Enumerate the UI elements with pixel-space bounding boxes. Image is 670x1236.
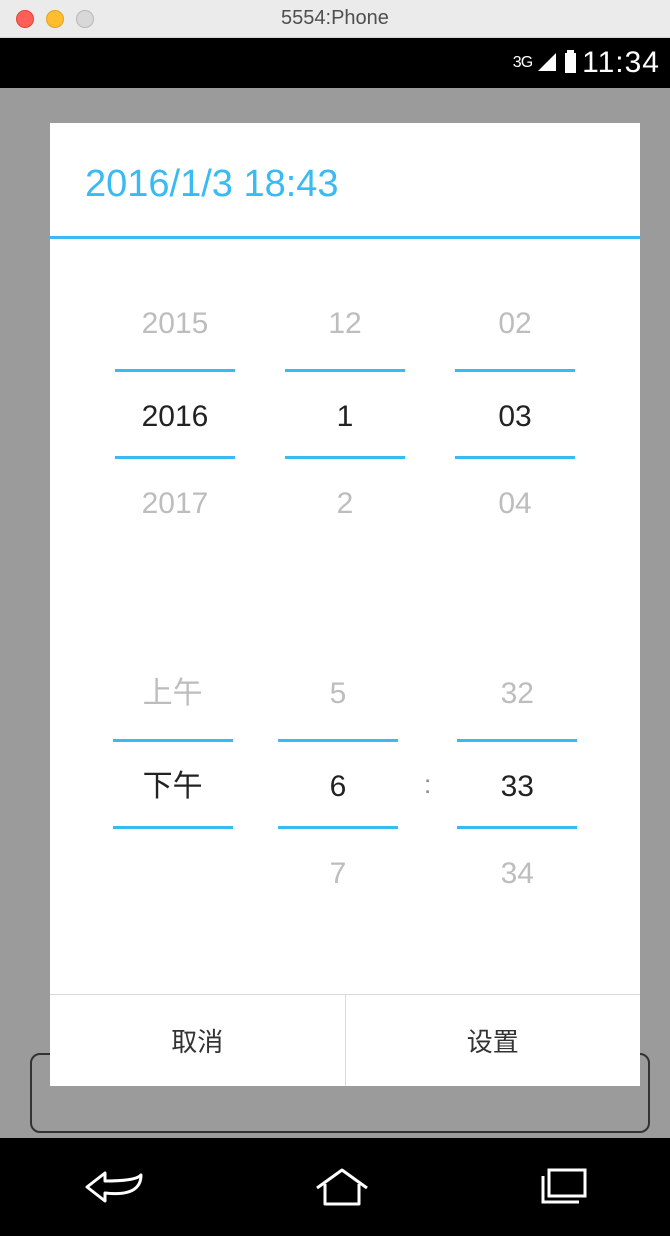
back-button[interactable] bbox=[81, 1167, 151, 1207]
day-picker[interactable]: 02 03 04 bbox=[455, 279, 575, 549]
emulator-frame: 3G 11:34 2016/1/3 18:43 2015 2016 2017 bbox=[0, 38, 670, 1236]
app-content: 2016/1/3 18:43 2015 2016 2017 12 1 bbox=[0, 88, 670, 1138]
confirm-button[interactable]: 设置 bbox=[345, 995, 641, 1086]
month-picker[interactable]: 12 1 2 bbox=[285, 279, 405, 549]
window-title: 5554:Phone bbox=[0, 7, 670, 30]
year-prev[interactable]: 2015 bbox=[115, 279, 235, 369]
minute-selected[interactable]: 33 bbox=[457, 739, 577, 829]
date-picker-row: 2015 2016 2017 12 1 2 bbox=[50, 239, 640, 589]
android-status-bar: 3G 11:34 bbox=[0, 38, 670, 88]
close-window-button[interactable] bbox=[16, 10, 34, 28]
minute-picker[interactable]: 32 33 34 bbox=[457, 649, 577, 919]
ampm-next bbox=[113, 829, 233, 919]
home-button[interactable] bbox=[313, 1166, 371, 1208]
day-prev[interactable]: 02 bbox=[455, 279, 575, 369]
month-selected[interactable]: 1 bbox=[285, 369, 405, 459]
signal-icon bbox=[538, 53, 556, 71]
year-selected[interactable]: 2016 bbox=[115, 369, 235, 459]
maximize-window-button[interactable] bbox=[76, 10, 94, 28]
month-next[interactable]: 2 bbox=[285, 459, 405, 549]
dialog-button-bar: 取消 设置 bbox=[50, 994, 640, 1086]
day-selected[interactable]: 03 bbox=[455, 369, 575, 459]
android-navbar bbox=[0, 1138, 670, 1236]
day-next[interactable]: 04 bbox=[455, 459, 575, 549]
recents-button[interactable] bbox=[533, 1166, 589, 1208]
status-clock: 11:34 bbox=[582, 46, 660, 80]
window-controls bbox=[16, 10, 94, 28]
hour-prev[interactable]: 5 bbox=[278, 649, 398, 739]
battery-icon bbox=[565, 53, 576, 73]
cancel-button[interactable]: 取消 bbox=[50, 995, 345, 1086]
year-next[interactable]: 2017 bbox=[115, 459, 235, 549]
month-prev[interactable]: 12 bbox=[285, 279, 405, 369]
minimize-window-button[interactable] bbox=[46, 10, 64, 28]
ampm-prev[interactable]: 上午 bbox=[113, 649, 233, 739]
hour-selected[interactable]: 6 bbox=[278, 739, 398, 829]
hour-picker[interactable]: 5 6 7 bbox=[278, 649, 398, 919]
network-indicator-label: 3G bbox=[513, 54, 532, 72]
time-separator: : bbox=[421, 769, 435, 800]
hour-next[interactable]: 7 bbox=[278, 829, 398, 919]
dialog-body: 2015 2016 2017 12 1 2 bbox=[50, 239, 640, 994]
dialog-title: 2016/1/3 18:43 bbox=[50, 123, 640, 239]
time-picker-row: 上午 下午 5 6 7 : bbox=[50, 589, 640, 959]
datetime-picker-dialog: 2016/1/3 18:43 2015 2016 2017 12 1 bbox=[50, 123, 640, 1086]
year-picker[interactable]: 2015 2016 2017 bbox=[115, 279, 235, 549]
ampm-selected[interactable]: 下午 bbox=[113, 739, 233, 829]
minute-next[interactable]: 34 bbox=[457, 829, 577, 919]
ampm-picker[interactable]: 上午 下午 bbox=[113, 649, 233, 919]
mac-titlebar: 5554:Phone bbox=[0, 0, 670, 38]
minute-prev[interactable]: 32 bbox=[457, 649, 577, 739]
